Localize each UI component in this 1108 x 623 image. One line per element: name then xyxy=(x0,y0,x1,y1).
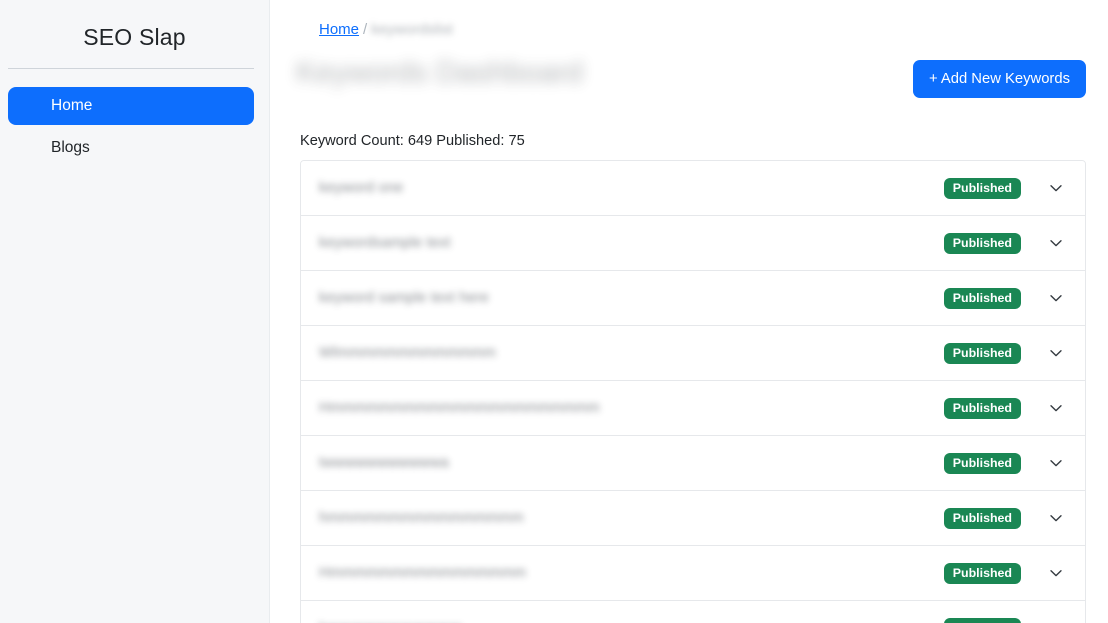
sidebar-item-label-blogs: Blogs xyxy=(51,139,90,156)
breadcrumb-current: keywordslist xyxy=(371,21,453,38)
sidebar-item-blogs[interactable]: Blogs xyxy=(8,129,254,167)
table-row[interactable]: Hmmmmmmmmmmmmmmmm Published xyxy=(301,546,1085,601)
status-badge: Published xyxy=(943,618,1021,623)
table-row[interactable]: Hmmmmmmmmmmmmmmmmmmmmmm Published xyxy=(301,381,1085,436)
table-row[interactable]: keywordsample text Published xyxy=(301,216,1085,271)
chevron-down-icon[interactable] xyxy=(1047,399,1065,417)
chevron-down-icon[interactable] xyxy=(1047,234,1065,252)
page-header: Keywords Dashboard + Add New Keywords xyxy=(270,40,1108,132)
keyword-text: twwwwwwwwwwwa xyxy=(319,455,449,471)
keyword-text: Hmmmmmmmmmmmmmmmm xyxy=(319,565,527,581)
table-row[interactable]: hmmmmmmmmmmmmmmmm Published xyxy=(301,491,1085,546)
table-row[interactable]: twwwwwwwwwwwa Published xyxy=(301,436,1085,491)
chevron-down-icon[interactable] xyxy=(1047,564,1065,582)
app-root: SEO Slap Home Blogs Home / keywordslist … xyxy=(0,0,1108,623)
status-badge: Published xyxy=(943,232,1021,254)
keyword-text: Hmmmmmmmmmmmmmmmmmmmmmm xyxy=(319,400,600,416)
chevron-down-icon[interactable] xyxy=(1047,454,1065,472)
status-badge: Published xyxy=(943,507,1021,529)
chevron-down-icon[interactable] xyxy=(1047,179,1065,197)
status-badge: Published xyxy=(943,177,1021,199)
breadcrumb-home-link[interactable]: Home xyxy=(315,20,359,40)
keyword-text: keyword one xyxy=(319,180,404,196)
keywords-list: keyword one Published keywordsample text… xyxy=(300,160,1086,623)
breadcrumb-separator: / xyxy=(363,21,368,38)
chevron-down-icon[interactable] xyxy=(1047,620,1065,623)
status-badge: Published xyxy=(943,562,1021,584)
status-badge: Published xyxy=(943,397,1021,419)
status-badge: Published xyxy=(943,287,1021,309)
page-title: Keywords Dashboard xyxy=(296,56,583,89)
status-badge: Published xyxy=(943,452,1021,474)
sidebar-item-home[interactable]: Home xyxy=(8,87,254,125)
keyword-stats-text: Keyword Count: 649 Published: 75 xyxy=(300,133,525,149)
keyword-stats: Keyword Count: 649 Published: 75 xyxy=(270,132,1108,150)
keyword-text: hmmmmmmmmmmmmmmmm xyxy=(319,510,524,526)
chevron-down-icon[interactable] xyxy=(1047,289,1065,307)
table-row[interactable]: keyword sample text here Published xyxy=(301,271,1085,326)
keyword-text: Wlmmmmmmmmmmmmm xyxy=(319,345,496,361)
main-content: Home / keywordslist Keywords Dashboard +… xyxy=(270,0,1108,623)
table-row[interactable]: Wlmmmmmmmmmmmmm Published xyxy=(301,326,1085,381)
chevron-down-icon[interactable] xyxy=(1047,509,1065,527)
keyword-text: keyword sample text here xyxy=(319,290,490,306)
sidebar-nav: Home Blogs xyxy=(0,69,269,167)
add-new-keywords-button[interactable]: + Add New Keywords xyxy=(912,60,1086,98)
app-brand-title: SEO Slap xyxy=(83,24,186,50)
sidebar: SEO Slap Home Blogs xyxy=(0,0,270,623)
sidebar-item-label-home: Home xyxy=(51,97,93,114)
status-badge: Published xyxy=(943,342,1021,364)
breadcrumb: Home / keywordslist xyxy=(270,0,1108,40)
table-row[interactable]: hmmmmmmmmmmm Published xyxy=(301,601,1085,623)
table-row[interactable]: keyword one Published xyxy=(301,161,1085,216)
chevron-down-icon[interactable] xyxy=(1047,344,1065,362)
keyword-text: keywordsample text xyxy=(319,235,451,251)
